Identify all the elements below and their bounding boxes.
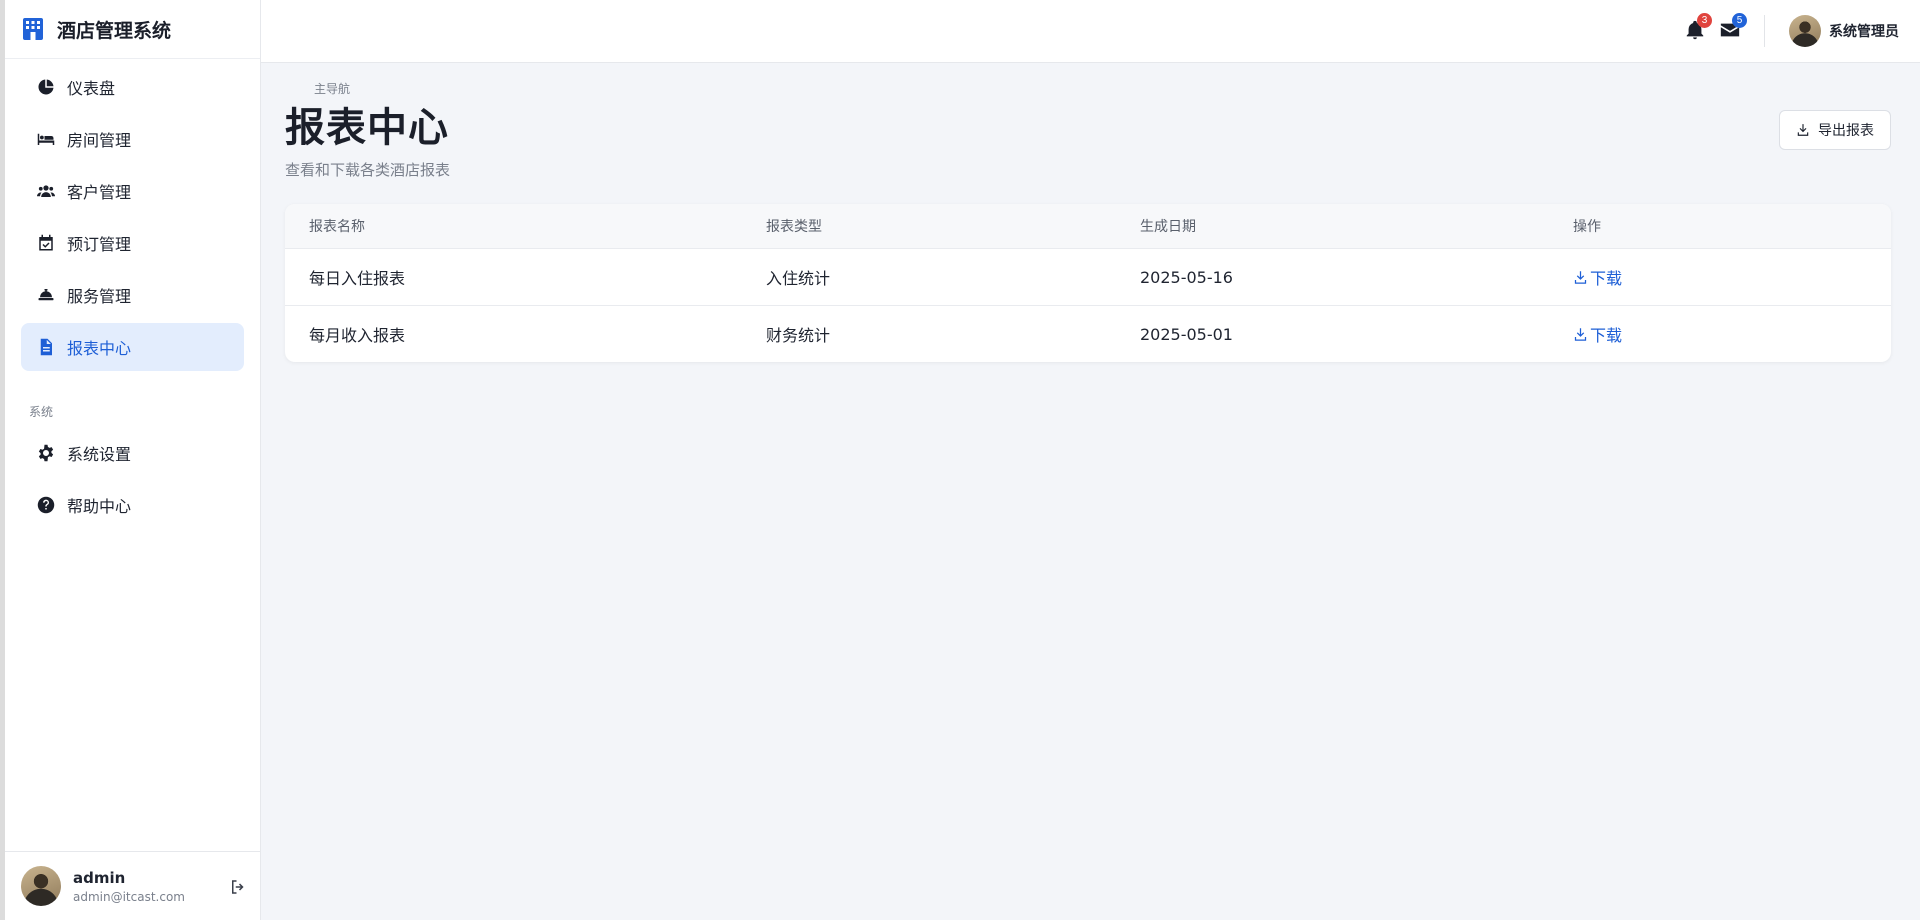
reports-table: 报表名称 报表类型 生成日期 操作 每日入住报表 入住统计 2025-05-16… [285, 204, 1891, 362]
report-name: 每日入住报表 [309, 269, 406, 288]
sidebar-item-label: 服务管理 [67, 287, 132, 306]
sidebar-item-label: 报表中心 [67, 339, 132, 358]
calendar-check-icon [39, 234, 53, 251]
sidebar-item-services[interactable]: 服务管理 [21, 271, 244, 319]
sidebar-item-reservations[interactable]: 预订管理 [21, 219, 244, 267]
brand[interactable]: 酒店管理系统 [5, 0, 260, 59]
export-button-label: 导出报表 [1818, 123, 1874, 139]
concierge-bell-icon [38, 289, 54, 301]
table-row: 每月收入报表 财务统计 2025-05-01 下载 [285, 305, 1891, 362]
nav-section-system: 系统 [29, 405, 54, 419]
table-header: 报表名称 报表类型 生成日期 操作 [285, 204, 1891, 248]
topbar-user-menu[interactable]: 系统管理员 [1789, 15, 1899, 47]
app-title: 酒店管理系统 [57, 19, 172, 42]
report-type: 入住统计 [766, 269, 831, 288]
table-row: 每日入住报表 入住统计 2025-05-16 下载 [285, 248, 1891, 305]
download-icon [1574, 327, 1587, 341]
page-title: 报表中心 [285, 105, 449, 151]
users-icon [37, 185, 55, 197]
sidebar-item-label: 预订管理 [67, 235, 132, 254]
topbar: 3 5 系统管理员 [261, 0, 1920, 63]
sidebar-item-help[interactable]: 帮助中心 [21, 481, 244, 529]
report-date: 2025-05-01 [1140, 324, 1233, 344]
messages-button[interactable]: 5 [1719, 13, 1747, 41]
bed-icon [37, 133, 55, 145]
main-nav: 仪表盘 房间管理 客户管理 预订管理 服务管理 报表中心 [5, 63, 260, 371]
avatar[interactable] [21, 866, 61, 906]
sidebar-item-rooms[interactable]: 房间管理 [21, 115, 244, 163]
sidebar-item-label: 系统设置 [67, 445, 132, 464]
column-header-name[interactable]: 报表名称 [285, 216, 764, 236]
sidebar-user-panel: admin admin@itcast.com [5, 851, 261, 920]
main-content: 报表中心 查看和下载各类酒店报表 导出报表 报表名称 报表类型 生成日期 操作 … [285, 63, 1891, 362]
column-header-action: 操作 [1573, 219, 1601, 235]
page-subtitle: 查看和下载各类酒店报表 [285, 161, 451, 179]
report-name: 每月收入报表 [309, 326, 406, 345]
sidebar-item-settings[interactable]: 系统设置 [21, 429, 244, 477]
logout-icon[interactable] [229, 878, 247, 896]
report-date: 2025-05-16 [1140, 267, 1233, 287]
sidebar: 酒店管理系统 主导航 仪表盘 房间管理 客户管理 预订管理 服务管理 报表中心 … [5, 0, 350, 920]
download-icon [1574, 270, 1587, 284]
notifications-button[interactable]: 3 [1684, 13, 1712, 41]
messages-badge: 5 [1732, 13, 1747, 28]
topbar-user-name: 系统管理员 [1829, 24, 1899, 40]
avatar [1789, 15, 1821, 47]
file-icon [40, 338, 52, 356]
export-report-button[interactable]: 导出报表 [1779, 110, 1891, 150]
user-email: admin@itcast.com [73, 889, 185, 904]
chart-pie-icon [38, 79, 54, 95]
column-header-date[interactable]: 生成日期 [1138, 216, 1571, 236]
topbar-divider [1764, 15, 1765, 47]
report-type: 财务统计 [766, 326, 831, 345]
download-link[interactable]: 下载 [1573, 265, 1622, 289]
sidebar-item-dashboard[interactable]: 仪表盘 [21, 63, 244, 111]
download-link[interactable]: 下载 [1573, 322, 1622, 346]
column-header-type[interactable]: 报表类型 [764, 216, 1138, 236]
download-label: 下载 [1590, 326, 1623, 345]
notifications-badge: 3 [1697, 13, 1712, 28]
hotel-building-icon [23, 18, 43, 40]
download-label: 下载 [1590, 269, 1623, 288]
download-icon [1797, 124, 1809, 136]
sidebar-item-customers[interactable]: 客户管理 [21, 167, 244, 215]
sidebar-item-label: 帮助中心 [67, 497, 132, 516]
system-nav: 系统设置 帮助中心 [5, 429, 260, 529]
sidebar-item-reports[interactable]: 报表中心 [21, 323, 244, 371]
gear-icon [38, 444, 54, 462]
sidebar-item-label: 房间管理 [67, 131, 132, 150]
sidebar-item-label: 仪表盘 [67, 79, 116, 98]
user-name: admin [73, 868, 126, 887]
help-circle-icon [37, 496, 55, 514]
sidebar-item-label: 客户管理 [67, 183, 132, 202]
user-info: admin admin@itcast.com [73, 869, 185, 904]
